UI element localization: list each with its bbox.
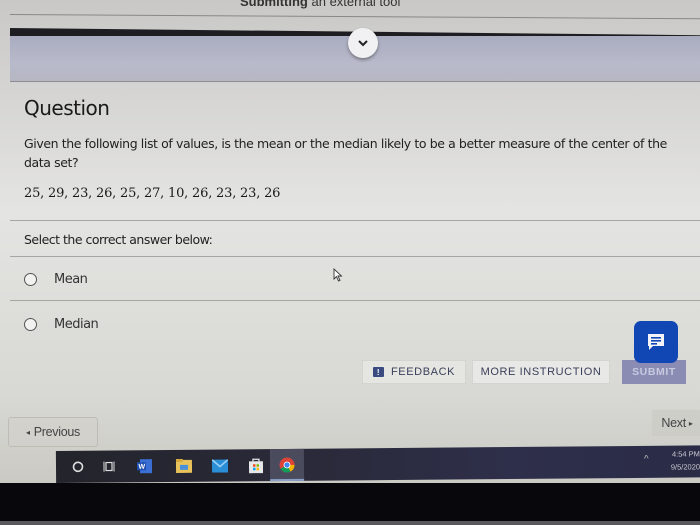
svg-text:W: W [138, 464, 145, 471]
system-clock[interactable]: 4:54 PM 9/5/2020 [660, 447, 700, 473]
clock-time: 4:54 PM [671, 449, 700, 459]
radio-median[interactable] [24, 318, 37, 331]
chevron-down-icon [358, 39, 368, 46]
header-clipped-rest: an external tool [307, 0, 401, 9]
option-label: Mean [54, 272, 88, 287]
previous-label: Previous [33, 425, 81, 439]
radio-mean[interactable] [24, 273, 37, 286]
browser-screen: Submitting an external tool Question Giv… [0, 0, 700, 525]
store-icon[interactable] [248, 457, 264, 474]
more-instruction-button[interactable]: MORE INSTRUCTION [472, 360, 610, 384]
previous-arrow-icon: ◂ [26, 427, 30, 437]
windows-taskbar: W ^ 4:54 PM 9/5/2020 [55, 445, 700, 483]
task-view-icon[interactable] [102, 458, 118, 474]
next-button[interactable]: Next ▸ [652, 410, 700, 436]
option-median[interactable]: Median [24, 317, 99, 332]
previous-button[interactable]: ◂ Previous [8, 417, 98, 447]
feedback-icon: ! [372, 367, 384, 377]
feedback-button[interactable]: ! FEEDBACK [362, 360, 466, 384]
answer-instruction: Select the correct answer below: [24, 232, 213, 247]
header-clipped-bold: Submitting [240, 0, 308, 9]
feedback-label: FEEDBACK [390, 366, 456, 378]
divider [10, 220, 700, 221]
chrome-icon[interactable] [279, 457, 295, 473]
divider [10, 300, 700, 301]
header-divider [9, 14, 700, 20]
chat-button[interactable] [634, 321, 678, 363]
action-bar: ! FEEDBACK MORE INSTRUCTION SUBMIT [0, 360, 700, 384]
next-label: Next [661, 416, 686, 430]
option-label: Median [54, 317, 99, 332]
file-explorer-icon[interactable] [175, 458, 193, 474]
mail-icon[interactable] [211, 457, 229, 473]
collapse-toggle-button[interactable] [348, 28, 378, 58]
monitor-bezel [0, 483, 700, 525]
mouse-cursor-icon [333, 268, 343, 282]
header-clipped-text: Submitting an external tool [240, 0, 400, 9]
question-panel: Question Given the following list of val… [10, 82, 700, 452]
next-arrow-icon: ▸ [688, 418, 693, 428]
submit-button[interactable]: SUBMIT [622, 360, 686, 384]
clock-date: 9/5/2020 [670, 462, 700, 472]
question-values: 25, 29, 23, 26, 25, 27, 10, 26, 23, 23, … [24, 186, 281, 201]
question-title: Question [24, 96, 110, 120]
tray-overflow-icon[interactable]: ^ [644, 454, 649, 465]
word-icon[interactable]: W [136, 458, 153, 474]
cortana-search-icon[interactable] [70, 459, 86, 475]
divider [10, 256, 700, 257]
option-mean[interactable]: Mean [24, 272, 88, 287]
monitor-edge [0, 521, 700, 525]
question-prompt: Given the following list of values, is t… [24, 136, 667, 170]
chat-message-icon [648, 334, 664, 350]
